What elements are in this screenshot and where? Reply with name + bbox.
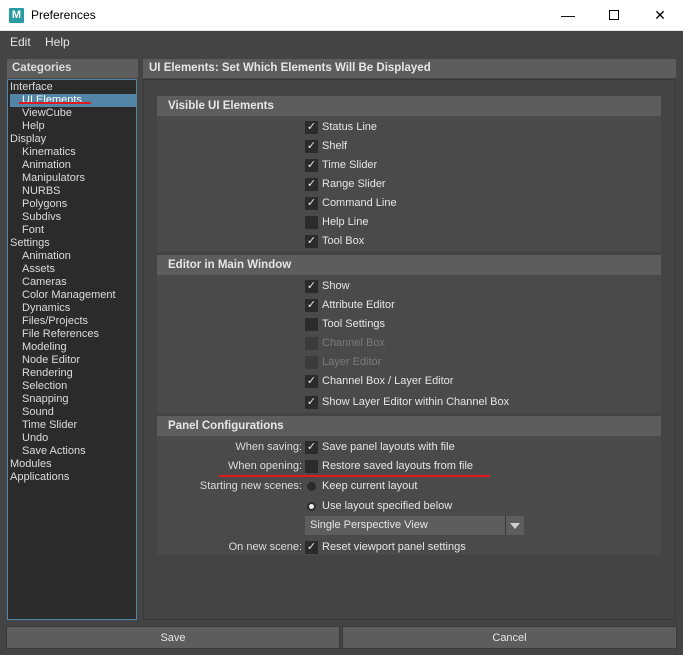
checkbox-box[interactable]: ✓: [305, 441, 318, 454]
restore-layouts-label: Restore saved layouts from file: [322, 460, 474, 472]
checkbox-label: Range Slider: [322, 178, 386, 190]
checkbox-label: Channel Box / Layer Editor: [322, 375, 454, 387]
category-item[interactable]: Color Management: [22, 289, 116, 302]
menu-bar: Edit Help: [0, 31, 683, 53]
layout-dropdown-value: Single Perspective View: [310, 519, 428, 531]
chevron-down-icon[interactable]: [505, 516, 524, 535]
category-item[interactable]: ViewCube: [22, 107, 72, 120]
annotation-underline: [19, 102, 91, 104]
checkbox-box[interactable]: [305, 216, 318, 229]
category-item[interactable]: Sound: [22, 406, 54, 419]
category-item[interactable]: UI Elements: [10, 94, 136, 107]
panel-config-header: Panel Configurations: [157, 416, 661, 436]
radio-button[interactable]: [307, 502, 316, 511]
radio-button[interactable]: [307, 482, 316, 491]
visible-ui-section: [157, 116, 661, 252]
category-item[interactable]: Modules: [10, 458, 52, 471]
editor-main-section: [157, 275, 661, 413]
category-item[interactable]: Manipulators: [22, 172, 85, 185]
category-item[interactable]: NURBS: [22, 185, 61, 198]
checkbox-box[interactable]: ✓: [305, 178, 318, 191]
on-new-scene-label: On new scene:: [228, 541, 302, 553]
category-item[interactable]: Kinematics: [22, 146, 76, 159]
category-item[interactable]: Help: [22, 120, 45, 133]
categories-list[interactable]: Interface UI Elements ViewCube Help Display K…: [7, 79, 137, 620]
reset-viewport-label: Reset viewport panel settings: [322, 541, 466, 553]
category-item[interactable]: Assets: [22, 263, 55, 276]
category-item[interactable]: Rendering: [22, 367, 73, 380]
category-item[interactable]: Save Actions: [22, 445, 86, 458]
category-item[interactable]: Interface: [10, 81, 53, 94]
checkbox-label: Layer Editor: [322, 356, 382, 368]
checkbox-label: Show: [322, 280, 350, 292]
checkbox-box[interactable]: [305, 318, 318, 331]
checkbox-box[interactable]: ✓: [305, 140, 318, 153]
category-item[interactable]: Animation: [22, 250, 71, 263]
editor-main-header: Editor in Main Window: [157, 255, 661, 275]
checkbox-box[interactable]: ✓: [305, 121, 318, 134]
checkbox-label: Status Line: [322, 121, 378, 133]
category-item[interactable]: Snapping: [22, 393, 69, 406]
menu-edit[interactable]: Edit: [10, 35, 31, 49]
title-bar: M Preferences — ✕: [0, 0, 683, 31]
category-item[interactable]: Settings: [10, 237, 50, 250]
category-item[interactable]: Cameras: [22, 276, 67, 289]
checkbox-box[interactable]: [305, 337, 318, 350]
checkbox-box[interactable]: ✓: [305, 159, 318, 172]
use-layout-label: Use layout specified below: [322, 500, 453, 512]
maya-app-icon: M: [9, 8, 24, 23]
checkbox-box[interactable]: ✓: [305, 375, 318, 388]
layout-dropdown[interactable]: Single Perspective View: [305, 516, 524, 535]
checkbox-label: Channel Box: [322, 337, 385, 349]
checkbox-label: Tool Box: [322, 235, 365, 247]
category-item[interactable]: Time Slider: [22, 419, 77, 432]
category-item[interactable]: Animation: [22, 159, 71, 172]
keep-layout-label: Keep current layout: [322, 480, 418, 492]
category-item[interactable]: Node Editor: [22, 354, 80, 367]
category-item[interactable]: Undo: [22, 432, 48, 445]
categories-header: Categories: [7, 59, 138, 78]
checkbox-box[interactable]: ✓: [305, 541, 318, 554]
save-button[interactable]: Save: [6, 626, 340, 649]
when-saving-label: When saving:: [235, 441, 302, 453]
category-item[interactable]: Modeling: [22, 341, 67, 354]
window-title: Preferences: [31, 8, 96, 22]
category-item[interactable]: Polygons: [22, 198, 67, 211]
category-item[interactable]: Files/Projects: [22, 315, 88, 328]
maximize-button[interactable]: [591, 0, 637, 31]
category-item[interactable]: Selection: [22, 380, 67, 393]
visible-ui-header: Visible UI Elements: [157, 96, 661, 116]
checkbox-box[interactable]: ✓: [305, 197, 318, 210]
checkbox-label: Time Slider: [322, 159, 378, 171]
checkbox-box[interactable]: [305, 356, 318, 369]
category-item[interactable]: Dynamics: [22, 302, 70, 315]
close-button[interactable]: ✕: [637, 0, 683, 31]
save-panel-layouts-label: Save panel layouts with file: [322, 441, 455, 453]
category-item[interactable]: Subdivs: [22, 211, 61, 224]
checkbox-label: Shelf: [322, 140, 348, 152]
checkbox-box[interactable]: ✓: [305, 280, 318, 293]
checkbox-label: Tool Settings: [322, 318, 385, 330]
checkbox-box[interactable]: ✓: [305, 235, 318, 248]
category-item[interactable]: File References: [22, 328, 99, 341]
checkbox-box[interactable]: [305, 460, 318, 473]
category-item[interactable]: Font: [22, 224, 44, 237]
menu-help[interactable]: Help: [45, 35, 70, 49]
category-item[interactable]: Display: [10, 133, 46, 146]
annotation-underline: [219, 475, 490, 477]
when-opening-label: When opening:: [228, 460, 302, 472]
checkbox-label: Help Line: [322, 216, 369, 228]
checkbox-label: Command Line: [322, 197, 397, 209]
checkbox-label: Attribute Editor: [322, 299, 395, 311]
checkbox-label: Show Layer Editor within Channel Box: [322, 396, 510, 408]
minimize-button[interactable]: —: [545, 0, 591, 31]
pane-title: UI Elements: Set Which Elements Will Be …: [143, 59, 676, 78]
category-item[interactable]: Applications: [10, 471, 69, 484]
checkbox-box[interactable]: ✓: [305, 299, 318, 312]
maximize-icon: [609, 9, 619, 20]
new-scenes-label: Starting new scenes:: [199, 480, 302, 492]
cancel-button[interactable]: Cancel: [342, 626, 677, 649]
checkbox-box[interactable]: ✓: [305, 396, 318, 409]
